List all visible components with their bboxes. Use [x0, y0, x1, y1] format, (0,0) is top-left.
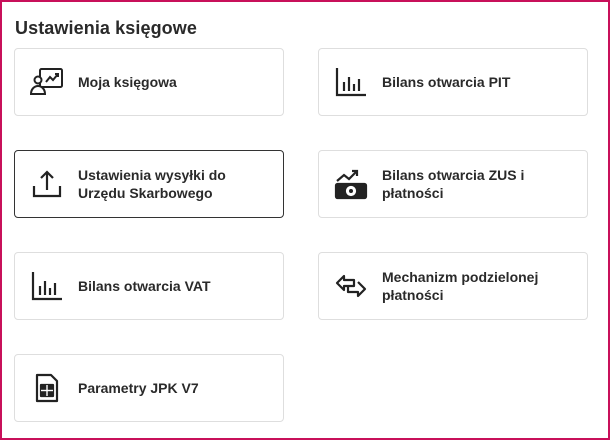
card-label: Bilans otwarcia ZUS i płatności — [382, 167, 525, 201]
card-label: Bilans otwarcia PIT — [382, 74, 511, 90]
page-title: Ustawienia księgowe — [15, 18, 197, 38]
card-bilans-pit[interactable]: Bilans otwarcia PIT — [318, 48, 588, 116]
card-label: Parametry JPK V7 — [78, 380, 199, 396]
card-label: Moja księgowa — [78, 74, 177, 90]
settings-panel: Ustawienia księgowe Moja księgowa Bilans… — [0, 0, 610, 440]
card-bilans-zus[interactable]: Bilans otwarcia ZUS i płatności — [318, 150, 588, 218]
card-bilans-vat[interactable]: Bilans otwarcia VAT — [14, 252, 284, 320]
card-parametry-jpk[interactable]: Parametry JPK V7 — [14, 354, 284, 422]
spreadsheet-file-icon — [29, 370, 65, 406]
card-mechanizm-podzielonej-platnosci[interactable]: Mechanizm podzielonej płatności — [318, 252, 588, 320]
card-ustawienia-wysylki[interactable]: Ustawienia wysyłki do Urzędu Skarbowego — [14, 150, 284, 218]
money-trend-icon — [333, 166, 369, 202]
card-label: Bilans otwarcia VAT — [78, 278, 211, 294]
swap-arrows-icon — [333, 268, 369, 304]
bar-chart-icon — [333, 64, 369, 100]
upload-icon — [29, 166, 65, 202]
bar-chart-icon — [29, 268, 65, 304]
card-label: Ustawienia wysyłki do Urzędu Skarbowego — [78, 167, 226, 201]
card-label: Mechanizm podzielonej płatności — [382, 269, 539, 303]
card-moja-ksiegowa[interactable]: Moja księgowa — [14, 48, 284, 116]
accountant-icon — [29, 64, 65, 100]
